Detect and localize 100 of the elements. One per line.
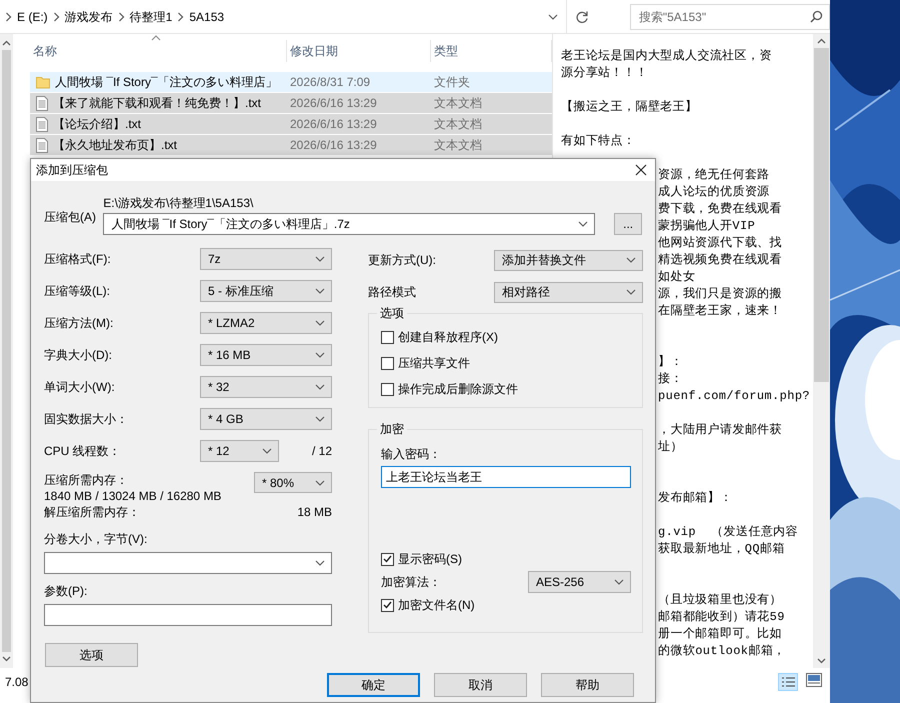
parameters-field[interactable]	[44, 604, 332, 626]
dialog-button[interactable]: 取消	[434, 673, 527, 697]
refresh-icon[interactable]	[574, 10, 589, 24]
checkbox[interactable]	[381, 382, 394, 396]
text-line: 资源，绝无任何套路	[658, 167, 771, 184]
field-label: 压缩包(A)	[44, 209, 97, 225]
breadcrumb[interactable]: 游戏发布	[64, 8, 113, 24]
breadcrumb[interactable]: 5A153	[189, 8, 224, 24]
text-line: 【搬运之王，隔壁老王】	[561, 99, 698, 116]
text-line: 成人论坛的优质资源	[658, 184, 771, 201]
text-line: 精选视频免费在线观看	[658, 252, 783, 269]
memory-value: 18 MB	[297, 504, 332, 520]
text-line: 有如下特点：	[561, 133, 636, 150]
field-label: 输入密码：	[381, 446, 442, 462]
group-title: 加密	[377, 421, 407, 437]
browse-button[interactable]: ...	[614, 213, 642, 235]
checkbox[interactable]	[381, 552, 394, 566]
folder-icon	[36, 75, 50, 89]
field-label: 压缩所需内存：	[44, 472, 129, 488]
archive-name-field[interactable]: 人間牧場 ¯If Story¯「注文の多い料理店」.7z	[103, 213, 596, 235]
caret-icon	[315, 416, 325, 422]
dropdown-icon[interactable]	[548, 14, 558, 20]
text-line: 费下载，免费在线观看	[658, 201, 783, 218]
field-label: 解压缩所需内存：	[44, 504, 140, 520]
text-line: 他网站资源代下载、找	[658, 235, 783, 252]
search-field[interactable]: 搜索"5A153"	[630, 4, 830, 30]
dropdown[interactable]: * 16 MB	[200, 344, 332, 366]
text-line: （且垃圾箱里也没有）	[658, 592, 783, 609]
breadcrumb[interactable]: 待整理1	[130, 8, 172, 24]
caret-icon	[315, 288, 325, 294]
thread-count: / 12	[312, 443, 332, 459]
options-button[interactable]: 选项	[45, 643, 138, 667]
dialog-button[interactable]: 帮助	[541, 673, 634, 697]
details-view-icon[interactable]	[778, 672, 798, 690]
column-header[interactable]: 类型	[431, 40, 552, 62]
text-line: 蒙拐骗他人开VIP	[658, 218, 756, 235]
password-field[interactable]: 上老王论坛当老王	[381, 466, 631, 488]
text-line: puenf.com/forum.php?	[658, 388, 812, 405]
text-line: 发布邮箱】：	[658, 490, 734, 507]
dropdown[interactable]: 相对路径	[494, 282, 643, 302]
column-header[interactable]: 名称	[30, 40, 287, 62]
field-label: 单词大小(W):	[44, 379, 115, 395]
dropdown[interactable]: * 12	[200, 440, 279, 462]
column-header[interactable]: 修改日期	[287, 40, 431, 62]
check-icon	[383, 601, 392, 609]
field-label: 字典大小(D):	[44, 347, 112, 363]
file-row[interactable]: 【来了就能下载和观看！纯免费！】.txt 2026/6/16 13:29 文本文档	[30, 93, 552, 114]
file-type: 文本文档	[433, 116, 483, 133]
text-file-icon	[36, 116, 48, 132]
field-label: 压缩方法(M):	[44, 315, 114, 331]
large-icons-view-icon[interactable]	[806, 672, 822, 686]
caret-icon	[315, 256, 325, 262]
caret-icon	[614, 579, 624, 585]
file-date: 2026/6/16 13:29	[289, 137, 378, 154]
field-label: 更新方式(U):	[368, 252, 436, 268]
scroll-down-icon[interactable]	[817, 658, 826, 664]
dropdown[interactable]: * 4 GB	[200, 408, 332, 430]
file-row[interactable]: 【永久地址发布页】.txt 2026/6/16 13:29 文本文档	[30, 135, 552, 156]
text-line: 址）	[658, 439, 684, 456]
checkbox[interactable]	[381, 330, 394, 344]
dropdown[interactable]: * LZMA2	[200, 312, 332, 334]
file-type: 文件夹	[433, 74, 471, 91]
text-line: 如处女	[658, 269, 696, 286]
dropdown[interactable]: 添加并替换文件	[494, 250, 643, 270]
dropdown[interactable]: 5 - 标准压缩	[200, 280, 332, 302]
text-file-icon	[36, 138, 48, 152]
dropdown[interactable]: * 32	[200, 376, 332, 398]
caret-icon	[262, 448, 272, 454]
dropdown[interactable]: * 80%	[254, 472, 332, 493]
volume-size-field[interactable]	[44, 552, 332, 574]
scroll-up-icon[interactable]	[2, 40, 11, 46]
file-name: 【来了就能下载和观看！纯免费！】.txt	[53, 95, 262, 112]
scrollbar[interactable]	[813, 34, 830, 668]
file-name: 【永久地址发布页】.txt	[53, 137, 178, 154]
caret-icon	[315, 560, 325, 566]
checkbox[interactable]	[381, 356, 394, 370]
scroll-down-icon[interactable]	[2, 656, 11, 662]
file-name: 人間牧場 ¯If Story¯「注文の多い料理店」	[55, 74, 278, 91]
sort-icon	[151, 35, 161, 41]
checkbox[interactable]	[381, 598, 394, 612]
file-row[interactable]: 【论坛介绍】.txt 2026/6/16 13:29 文本文档	[30, 114, 552, 135]
checkbox-label: 操作完成后删除源文件	[398, 381, 518, 397]
file-type: 文本文档	[433, 137, 483, 154]
caret-icon	[315, 352, 325, 358]
field-label: 压缩格式(F):	[44, 251, 111, 267]
field-label: 加密算法：	[381, 574, 441, 590]
text-line: 】：	[658, 354, 684, 371]
checkbox-label: 创建自释放程序(X)	[398, 329, 498, 345]
field-label: 路径模式	[368, 284, 416, 300]
field-label: CPU 线程数：	[44, 443, 121, 459]
dropdown[interactable]: 7z	[200, 248, 332, 270]
caret-icon	[578, 221, 588, 227]
file-row[interactable]: 人間牧場 ¯If Story¯「注文の多い料理店」 2026/8/31 7:09 文件夹	[30, 72, 552, 93]
scroll-up-icon[interactable]	[817, 38, 826, 44]
dropdown[interactable]: AES-256	[528, 571, 631, 593]
close-icon[interactable]	[635, 164, 647, 176]
breadcrumb[interactable]: E (E:)	[17, 8, 48, 24]
text-file-icon	[36, 96, 48, 110]
dialog-button[interactable]: 确定	[327, 673, 420, 697]
scrollbar[interactable]	[0, 34, 13, 668]
